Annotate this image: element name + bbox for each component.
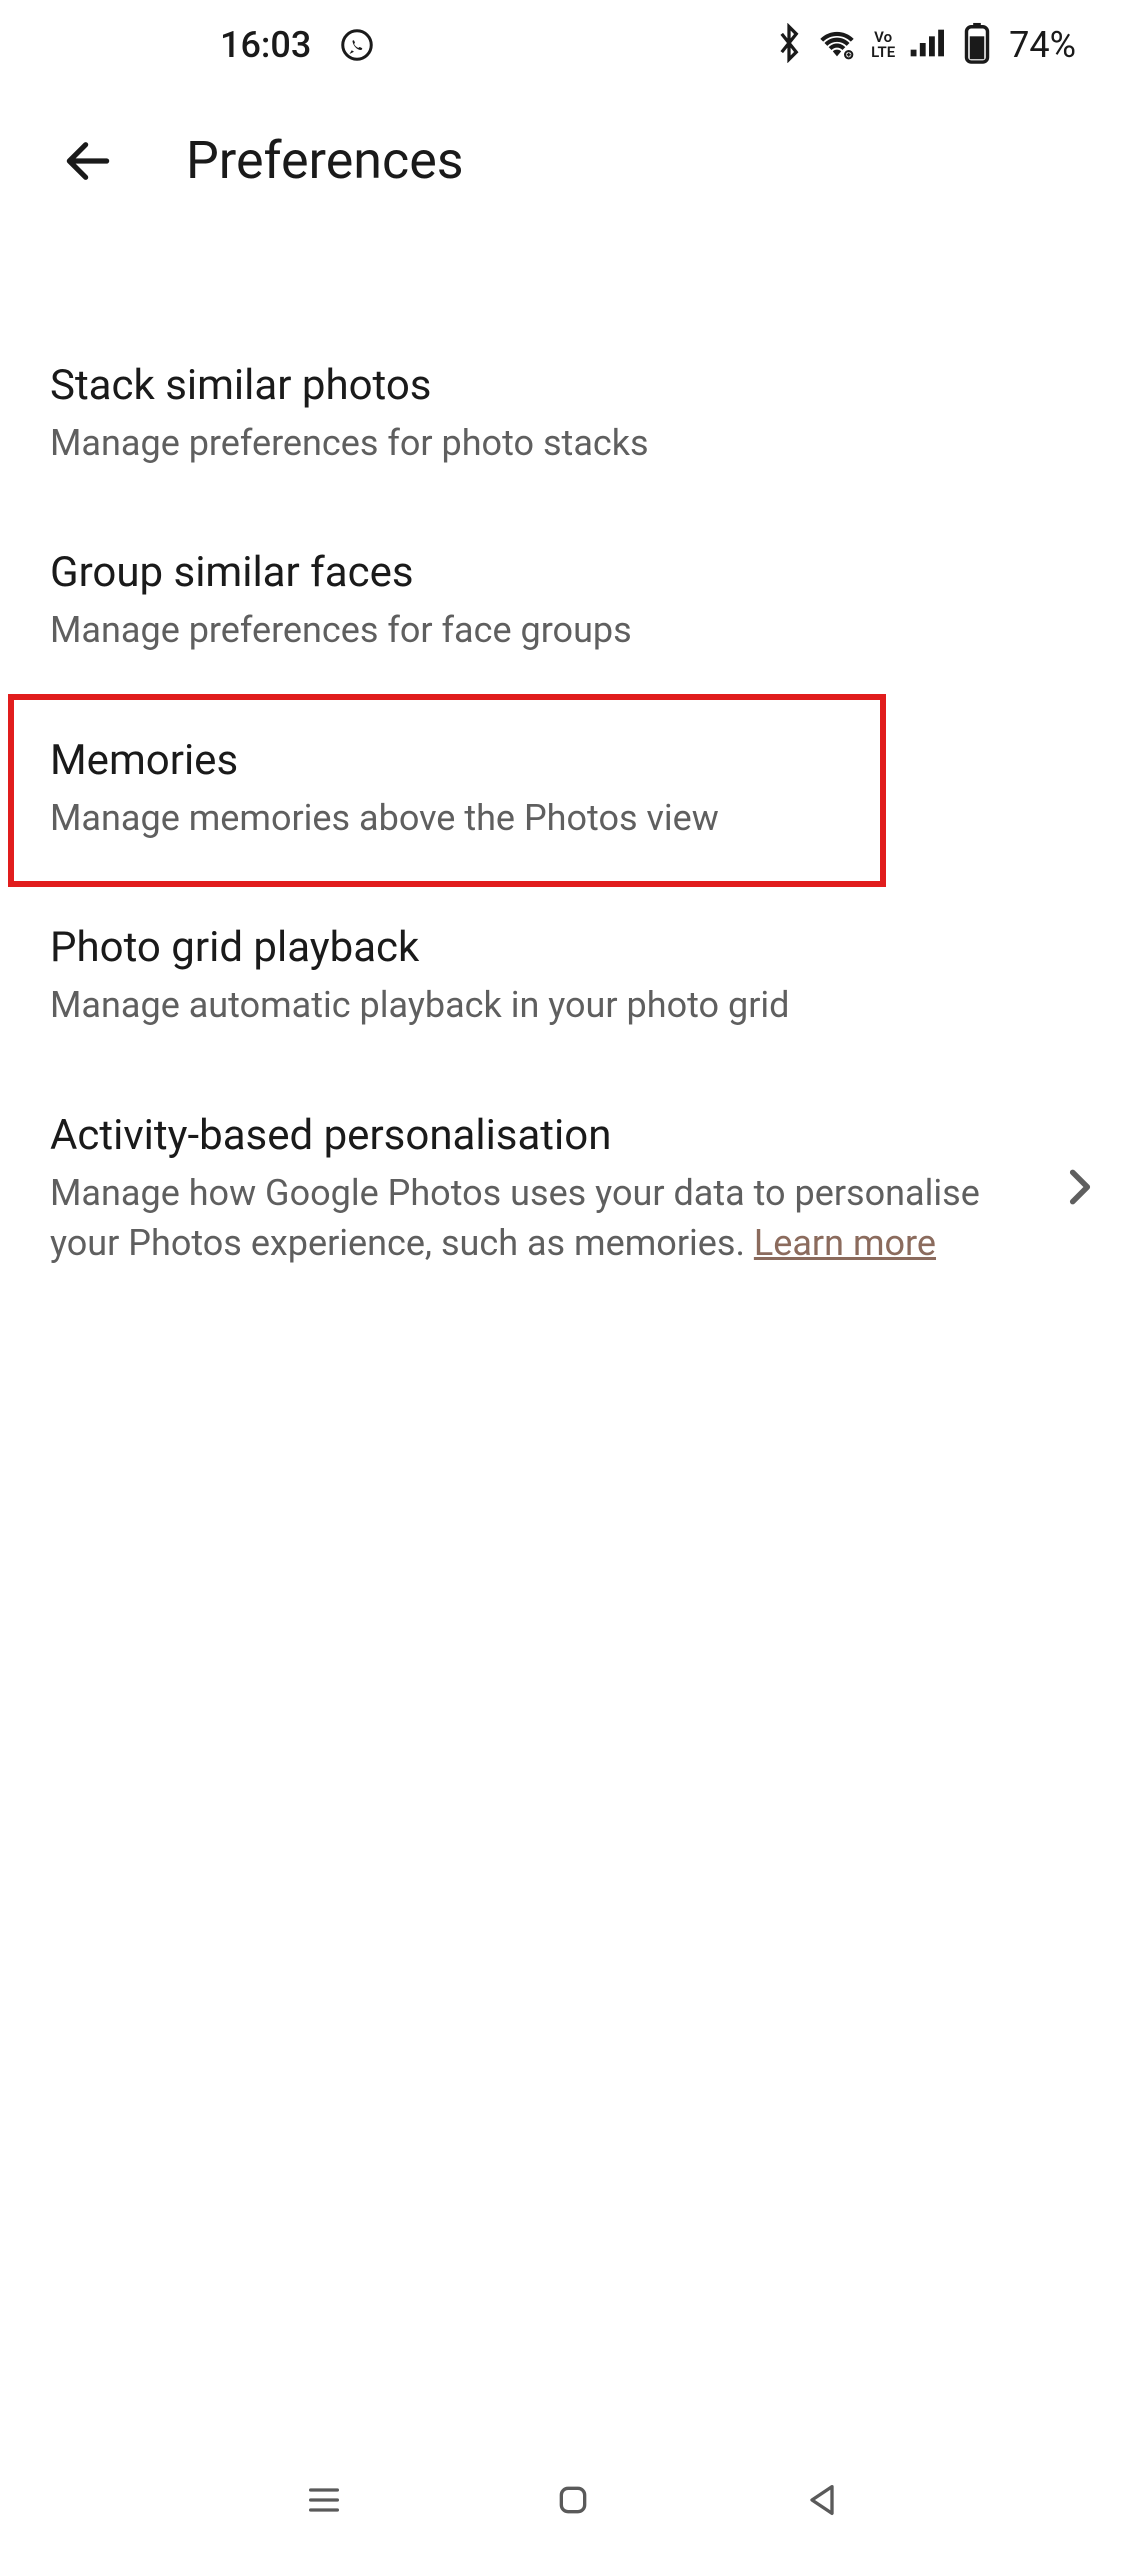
setting-subtitle: Manage preferences for photo stacks xyxy=(50,418,1096,468)
time-display: 16:03 xyxy=(220,24,311,66)
status-bar: 16:03 Vo LTE xyxy=(0,0,1146,90)
recent-apps-button[interactable] xyxy=(300,2476,348,2524)
bluetooth-icon xyxy=(775,23,803,67)
app-header: Preferences xyxy=(0,90,1146,251)
back-button[interactable] xyxy=(60,133,116,189)
setting-subtitle: Manage automatic playback in your photo … xyxy=(50,980,1096,1030)
chevron-right-icon xyxy=(1064,1165,1096,1213)
page-title: Preferences xyxy=(186,130,464,191)
setting-subtitle: Manage preferences for face groups xyxy=(50,605,1096,655)
setting-title: Group similar faces xyxy=(50,548,1096,597)
wifi-icon xyxy=(817,25,857,65)
status-bar-left: 16:03 xyxy=(220,24,375,66)
battery-icon xyxy=(963,22,991,68)
setting-group-faces[interactable]: Group similar faces Manage preferences f… xyxy=(0,508,1146,695)
back-nav-button[interactable] xyxy=(798,2476,846,2524)
setting-title: Stack similar photos xyxy=(50,361,1096,410)
status-bar-right: Vo LTE 74% xyxy=(775,22,1076,68)
setting-stack-photos[interactable]: Stack similar photos Manage preferences … xyxy=(0,321,1146,508)
setting-grid-playback[interactable]: Photo grid playback Manage automatic pla… xyxy=(0,883,1146,1070)
learn-more-link[interactable]: Learn more xyxy=(754,1222,936,1264)
volte-indicator: Vo LTE xyxy=(871,30,895,60)
whatsapp-icon xyxy=(339,27,375,63)
setting-subtitle: Manage how Google Photos uses your data … xyxy=(50,1168,1034,1269)
setting-memories[interactable]: Memories Manage memories above the Photo… xyxy=(0,696,1146,883)
setting-title: Memories xyxy=(50,736,1096,785)
setting-activity-personalisation[interactable]: Activity-based personalisation Manage ho… xyxy=(0,1071,1146,1309)
setting-title: Photo grid playback xyxy=(50,923,1096,972)
setting-subtitle: Manage memories above the Photos view xyxy=(50,793,1096,843)
battery-percent: 74% xyxy=(1009,24,1076,66)
signal-icon xyxy=(909,25,949,65)
settings-list: Stack similar photos Manage preferences … xyxy=(0,251,1146,1308)
setting-title: Activity-based personalisation xyxy=(50,1111,1034,1160)
system-nav-bar xyxy=(0,2476,1146,2524)
home-button[interactable] xyxy=(549,2476,597,2524)
